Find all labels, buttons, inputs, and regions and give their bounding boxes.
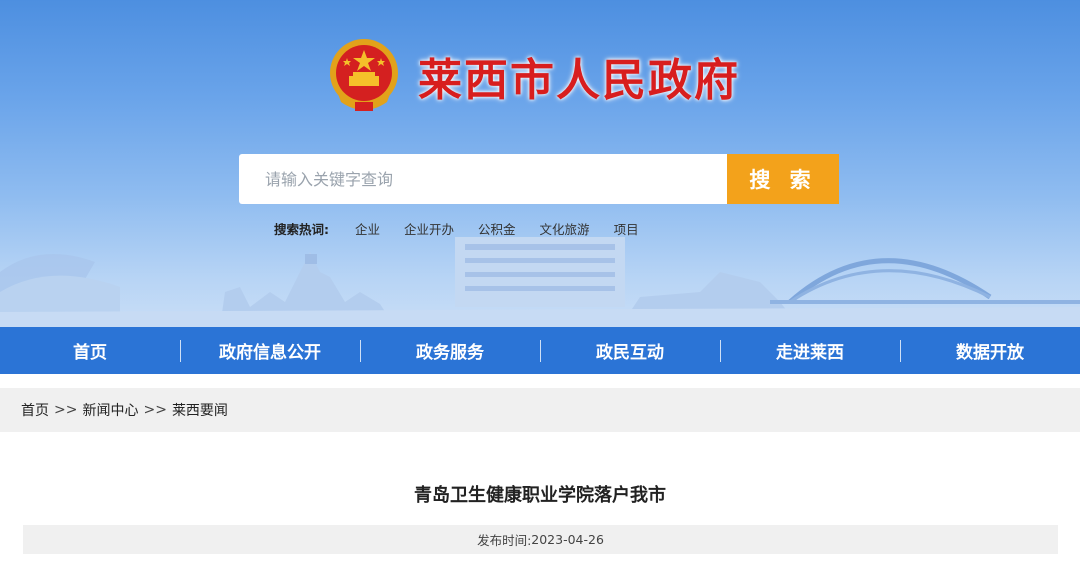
hot-search-words: 搜索热词: 企业 企业开办 公积金 文化旅游 项目 [274, 219, 663, 238]
search-button[interactable]: 搜 索 [727, 154, 839, 204]
nav-item-home[interactable]: 首页 [0, 327, 180, 374]
publish-date: 2023-04-26 [531, 532, 604, 547]
hot-word-link[interactable]: 项目 [614, 219, 639, 238]
nav-item-gov-services[interactable]: 政务服务 [360, 327, 540, 374]
nav-item-interaction[interactable]: 政民互动 [540, 327, 720, 374]
nav-item-about-laixi[interactable]: 走进莱西 [720, 327, 900, 374]
city-skyline-illustration [0, 237, 1080, 327]
breadcrumb-home[interactable]: 首页 [21, 400, 49, 420]
nav-item-gov-info[interactable]: 政府信息公开 [180, 327, 360, 374]
article-meta: 发布时间: 2023-04-26 [23, 525, 1058, 554]
site-title: 莱西市人民政府 [418, 55, 740, 106]
publish-label: 发布时间: [477, 533, 532, 548]
header-banner: 莱西市人民政府 搜 索 搜索热词: 企业 企业开办 公积金 文化旅游 项目 [0, 0, 1080, 327]
hot-word-link[interactable]: 企业开办 [404, 219, 454, 238]
article-title: 青岛卫生健康职业学院落户我市 [414, 485, 666, 506]
breadcrumb-laixi-news[interactable]: 莱西要闻 [172, 400, 228, 420]
breadcrumb-news-center[interactable]: 新闻中心 [82, 400, 138, 420]
breadcrumb-separator: >> [54, 402, 78, 418]
nav-item-open-data[interactable]: 数据开放 [900, 327, 1080, 374]
national-emblem-icon [330, 39, 398, 111]
hot-search-label: 搜索热词: [274, 222, 329, 237]
search-input[interactable] [239, 154, 727, 204]
breadcrumb-separator: >> [143, 402, 167, 418]
main-nav: 首页 政府信息公开 政务服务 政民互动 走进莱西 数据开放 [0, 327, 1080, 374]
hot-word-link[interactable]: 文化旅游 [540, 219, 590, 238]
hot-word-link[interactable]: 公积金 [478, 219, 516, 238]
page: 莱西市人民政府 搜 索 搜索热词: 企业 企业开办 公积金 文化旅游 项目 首页… [0, 0, 1080, 575]
breadcrumb: 首页 >> 新闻中心 >> 莱西要闻 [0, 388, 1080, 432]
hot-word-link[interactable]: 企业 [355, 219, 380, 238]
